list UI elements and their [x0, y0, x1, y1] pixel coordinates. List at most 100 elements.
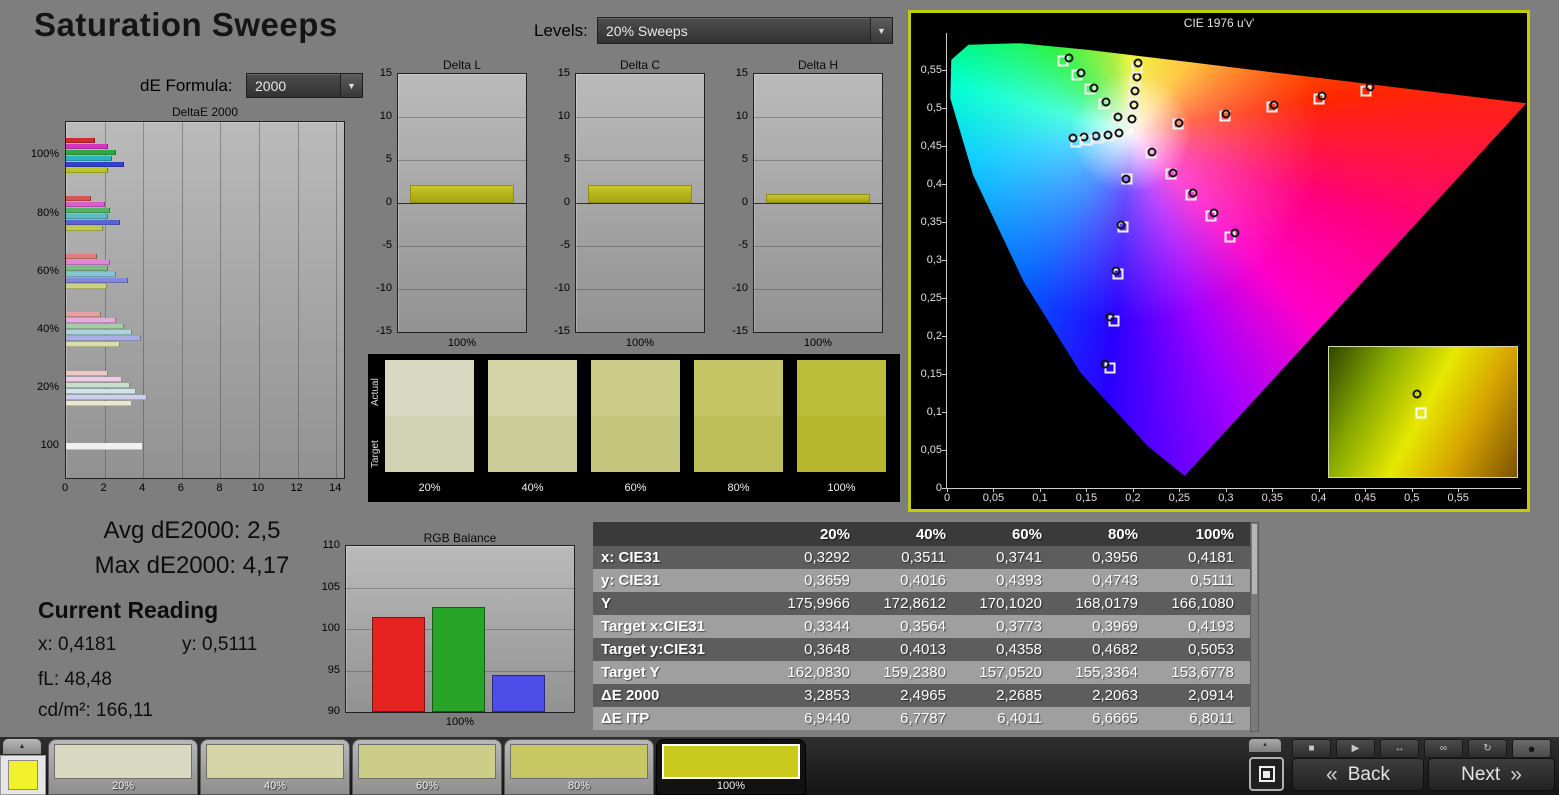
- table-row-label: Target x:CIE31: [593, 618, 770, 635]
- actual-swatch: [488, 360, 577, 416]
- back-button-label: Back: [1348, 764, 1390, 786]
- saturation-tab-100%[interactable]: 100%: [656, 739, 806, 795]
- current-fl-value: fL: 48,48: [38, 669, 112, 691]
- gridline: [259, 122, 260, 478]
- actual-swatch: [591, 360, 680, 416]
- gridline: [220, 122, 221, 478]
- axis-tick-label: 0,05: [911, 444, 942, 456]
- axis-tick: [942, 374, 946, 375]
- next-button[interactable]: Next »: [1428, 758, 1555, 791]
- swatch-label: 20%: [385, 482, 474, 494]
- table-row: Y175,9966172,8612170,1020168,0179166,108…: [593, 592, 1250, 615]
- gridline: [143, 122, 144, 478]
- x-axis-label: 100%: [575, 337, 705, 349]
- axis-tick: [942, 222, 946, 223]
- deltae-bar: [66, 202, 105, 207]
- axis-tick-label: 0,35: [911, 216, 942, 228]
- deltae-bar: [66, 371, 108, 376]
- table-cell: 0,4013: [866, 641, 962, 658]
- swatch-cells: 20%40%60%80%100%: [385, 360, 886, 494]
- axis-tick: [942, 488, 946, 489]
- table-header-cell: 40%: [866, 526, 962, 543]
- cie-measured-marker-cyan: [1115, 129, 1124, 138]
- saturation-tab-20%[interactable]: 20%: [48, 739, 198, 795]
- gridline: [576, 289, 704, 290]
- table-header-cell: 60%: [962, 526, 1058, 543]
- table-cell: 0,3773: [962, 618, 1058, 635]
- cie-measured-marker-magenta: [1189, 188, 1198, 197]
- tab-swatch: [206, 744, 344, 779]
- cie-measured-marker-red: [1270, 101, 1279, 110]
- table-row-label: Target y:CIE31: [593, 641, 770, 658]
- y-axis: 151050-5-10-15: [547, 73, 573, 333]
- chevron-down-icon[interactable]: ▼: [870, 18, 892, 43]
- axis-tick-label: 0,55: [911, 64, 942, 76]
- deltae-bar: [66, 377, 122, 382]
- loop-button[interactable]: ∞: [1424, 739, 1463, 758]
- gridline: [105, 122, 106, 478]
- axis-tick-label: 100: [322, 622, 340, 634]
- levels-value: 20% Sweeps: [606, 23, 688, 39]
- deltae-bar: [66, 196, 91, 201]
- table-cell: 0,3344: [770, 618, 866, 635]
- cie-measured-marker-blue: [1116, 220, 1125, 229]
- table-cell: 159,2380: [866, 664, 962, 681]
- actual-swatch: [385, 360, 474, 416]
- chart-title: RGB Balance: [345, 531, 575, 545]
- axis-tick-label: 0: [742, 196, 748, 208]
- axis-tick-label: -15: [554, 325, 570, 337]
- gridline: [336, 122, 337, 478]
- axis-tick-label: 95: [328, 664, 340, 676]
- table-cell: 0,4016: [866, 572, 962, 589]
- collapse-panel-button[interactable]: ▲: [3, 739, 41, 754]
- de-formula-dropdown[interactable]: 2000 ▼: [246, 73, 363, 98]
- deltae-bar: [66, 395, 147, 400]
- tab-swatch: [358, 744, 496, 779]
- deltae-bar: [66, 336, 141, 341]
- play-button[interactable]: ▶: [1336, 739, 1375, 758]
- table-row: ΔE ITP6,94406,77876,40116,66656,8011: [593, 707, 1250, 730]
- cie-measured-marker-red: [1317, 92, 1326, 101]
- cie-1976-chart: CIE 1976 u'v' 000,050,050,10,10,150,150,…: [908, 10, 1530, 512]
- axis-tick-label: 0,2: [1113, 492, 1153, 504]
- axis-tick: [942, 412, 946, 413]
- cie-measured-marker-red: [1174, 119, 1183, 128]
- table-cell: 0,4393: [962, 572, 1058, 589]
- axis-tick-label: 80%: [37, 207, 59, 219]
- saturation-tab-80%[interactable]: 80%: [504, 739, 654, 795]
- delta-l-chart: Delta L 151050-5-10-15 100%: [369, 58, 529, 356]
- deltae-bar: [66, 312, 101, 317]
- table-cell: 0,5053: [1154, 641, 1250, 658]
- axis-tick-label: 0,5: [911, 102, 942, 114]
- chevron-down-icon[interactable]: ▼: [340, 74, 362, 97]
- deltae-bar: [66, 389, 136, 394]
- axis-tick: [1272, 488, 1273, 492]
- play-icon: ▶: [1352, 744, 1360, 754]
- table-scrollbar[interactable]: [1250, 522, 1259, 732]
- refresh-button[interactable]: ↻: [1468, 739, 1507, 758]
- deltae-bar: [66, 156, 112, 161]
- levels-dropdown[interactable]: 20% Sweeps ▼: [597, 17, 893, 44]
- axis-tick-label: 6: [166, 482, 196, 494]
- collapse-transport-button[interactable]: ▲: [1249, 739, 1281, 752]
- deltae-bar: [66, 208, 110, 213]
- back-button[interactable]: « Back: [1292, 758, 1424, 791]
- tab-label: 80%: [510, 779, 648, 792]
- record-icon: ●: [1528, 742, 1536, 755]
- stop-button[interactable]: ■: [1292, 739, 1331, 758]
- display-toggle-button[interactable]: [1249, 757, 1284, 791]
- axis-tick-label: 15: [558, 67, 570, 79]
- axis-tick: [1086, 488, 1087, 492]
- saturation-tab-40%[interactable]: 40%: [200, 739, 350, 795]
- saturation-tab-60%[interactable]: 60%: [352, 739, 502, 795]
- record-button[interactable]: ●: [1512, 739, 1551, 758]
- axis-tick-label: 60%: [37, 265, 59, 277]
- deltae-y-axis: 100%80%60%40%20%100: [18, 121, 62, 479]
- deltae-bar: [66, 260, 110, 265]
- table-cell: 155,3364: [1058, 664, 1154, 681]
- cie-measured-marker-red: [1222, 110, 1231, 119]
- scrollbar-thumb[interactable]: [1252, 524, 1257, 594]
- rgb-balance-chart: RGB Balance 1101051009590 100%: [315, 528, 579, 736]
- table-cell: 0,3511: [866, 549, 962, 566]
- step-button[interactable]: ↔: [1380, 739, 1419, 758]
